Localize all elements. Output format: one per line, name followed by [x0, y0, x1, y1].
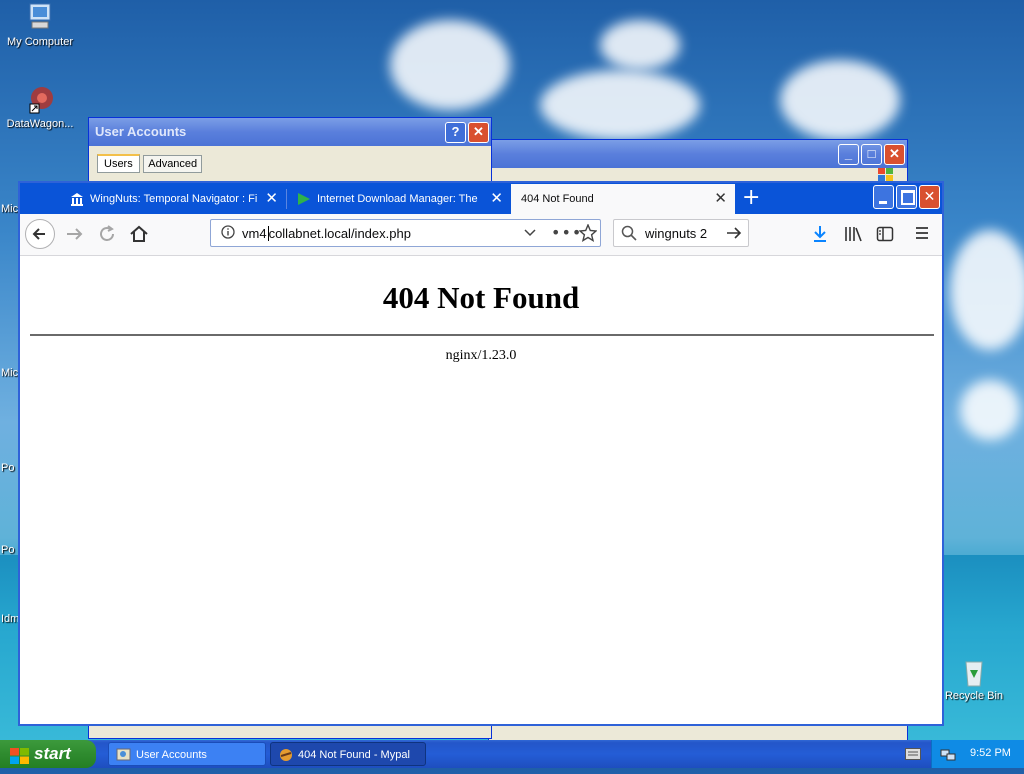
close-button[interactable]: ✕ [468, 122, 489, 143]
tab-advanced[interactable]: Advanced [143, 155, 203, 173]
cloud [780, 60, 900, 140]
url-prefix: vm4 [242, 226, 267, 241]
maximize-button[interactable]: □ [861, 144, 882, 165]
start-label: start [34, 744, 71, 763]
cloud [950, 230, 1024, 350]
menu-button[interactable] [914, 225, 930, 244]
search-go-arrow-icon[interactable] [725, 225, 743, 244]
back-button[interactable] [25, 219, 55, 249]
browser-window: WingNuts: Temporal Navigator : Fi ✕ Inte… [18, 181, 944, 726]
desktop-edge-label[interactable]: Mic [1, 367, 18, 379]
user-accounts-tabs: Users Advanced [97, 154, 203, 173]
divider [30, 334, 934, 336]
back-arrow-icon [32, 228, 45, 240]
keyboard-icon[interactable] [905, 748, 921, 763]
browser-tab-wingnuts[interactable]: WingNuts: Temporal Navigator : Fi ✕ [60, 184, 286, 214]
close-tab-icon[interactable]: ✕ [490, 184, 503, 214]
desktop-icon-label: DataWagon... [6, 118, 74, 130]
desktop-edge-label[interactable]: Po [1, 544, 14, 556]
error-heading: 404 Not Found [382, 280, 580, 315]
sidebar-icon [876, 226, 894, 242]
taskbar-item-label: User Accounts [136, 749, 207, 761]
tab-title: WingNuts: Temporal Navigator : Fi [90, 193, 258, 205]
desktop-icon-recycle-bin[interactable]: Recycle Bin [934, 656, 1014, 702]
desktop-icon-my-computer[interactable]: My Computer [0, 2, 80, 48]
help-button[interactable]: ? [445, 122, 466, 143]
minimize-icon [879, 201, 887, 204]
info-icon[interactable] [221, 225, 235, 242]
chevron-down-icon[interactable] [523, 226, 537, 243]
desktop-icon-datawagon[interactable]: DataWagon... [0, 84, 80, 130]
forward-button[interactable] [64, 223, 86, 250]
library-icon [845, 227, 862, 242]
close-button[interactable]: ✕ [884, 144, 905, 165]
downloads-button[interactable] [812, 225, 828, 246]
hamburger-menu-icon [916, 227, 928, 239]
datawagon-icon [24, 84, 56, 116]
browser-tab-404[interactable]: 404 Not Found ✕ [511, 184, 735, 214]
navigation-toolbar: vm4 collabnet.local/index.php ••• wingnut… [20, 214, 942, 256]
museum-icon [70, 184, 84, 214]
start-button[interactable]: start [0, 740, 96, 768]
recycle-bin-icon [958, 656, 990, 688]
taskbar: start User Accounts 404 Not Found - Mypa… [0, 740, 1024, 768]
windows-flag-icon [878, 168, 894, 182]
tab-title: 404 Not Found [521, 193, 594, 205]
windows-logo-icon [10, 746, 30, 774]
search-bar[interactable]: wingnuts 2 [613, 219, 749, 247]
maximize-button[interactable] [896, 185, 917, 209]
url-text: vm4 collabnet.local/index.php [242, 226, 411, 241]
taskbar-item-label: 404 Not Found - Mypal [298, 749, 410, 761]
background-window-titlebar: _ □ ✕ [489, 140, 907, 168]
desktop-edge-label[interactable]: Idm [1, 613, 19, 625]
library-button[interactable] [844, 225, 862, 246]
close-tab-icon[interactable]: ✕ [265, 184, 278, 214]
page-content: 404 Not Found nginx/1.23.0 [20, 256, 942, 724]
computer-icon [24, 2, 56, 34]
maximize-icon [901, 190, 915, 205]
close-tab-icon[interactable]: ✕ [714, 184, 727, 214]
desktop-edge-label[interactable]: Mic [1, 203, 18, 215]
minimize-button[interactable] [873, 185, 894, 209]
network-icon[interactable] [940, 746, 956, 765]
taskbar-item-user-accounts[interactable]: User Accounts [108, 742, 266, 766]
desktop-icon-label: My Computer [6, 36, 74, 48]
bookmark-star-icon[interactable] [578, 223, 598, 245]
mypal-browser-icon [278, 747, 294, 772]
system-tray: 9:52 PM [931, 740, 1024, 768]
browser-tab-idm[interactable]: Internet Download Manager: The ✕ [287, 184, 511, 214]
url-bar[interactable]: vm4 collabnet.local/index.php ••• [210, 219, 601, 247]
cloud [960, 380, 1020, 440]
taskbar-item-browser[interactable]: 404 Not Found - Mypal [270, 742, 426, 766]
user-accounts-titlebar: User Accounts ? ✕ [89, 118, 491, 146]
search-icon [621, 225, 637, 244]
home-button[interactable] [128, 223, 150, 250]
forward-arrow-icon [67, 228, 83, 240]
tab-strip: WingNuts: Temporal Navigator : Fi ✕ Inte… [20, 183, 942, 214]
desktop-edge-label[interactable]: Po [1, 462, 14, 474]
cloud [540, 70, 700, 140]
download-arrow-icon [814, 226, 826, 242]
minimize-button[interactable]: _ [838, 144, 859, 165]
cloud [600, 20, 680, 70]
tab-users[interactable]: Users [97, 154, 140, 173]
clock[interactable]: 9:52 PM [970, 747, 1011, 759]
new-tab-button[interactable]: + [742, 185, 760, 211]
page-actions-icon[interactable]: ••• [551, 223, 582, 242]
home-icon [130, 225, 148, 242]
reload-button[interactable] [96, 223, 118, 250]
server-signature: nginx/1.23.0 [445, 348, 517, 363]
close-window-button[interactable]: ✕ [919, 185, 940, 209]
tab-title: Internet Download Manager: The [317, 193, 478, 205]
sidebar-button[interactable] [876, 225, 894, 246]
url-rest: collabnet.local/index.php [268, 226, 411, 241]
window-title: User Accounts [95, 124, 187, 139]
reload-icon [100, 225, 114, 241]
idm-arrow-icon [297, 184, 311, 214]
desktop-icon-label: Recycle Bin [944, 690, 1004, 702]
user-accounts-icon [116, 747, 132, 772]
cloud [390, 20, 510, 110]
search-input[interactable]: wingnuts 2 [645, 226, 707, 241]
